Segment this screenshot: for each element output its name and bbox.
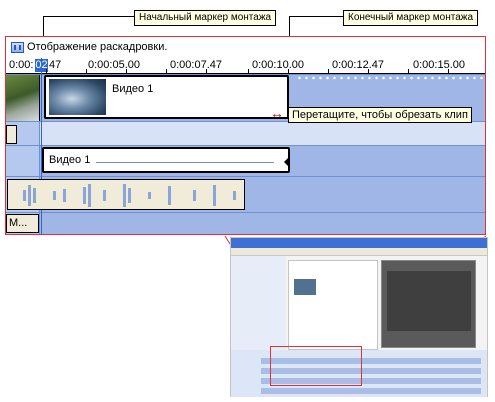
overlay-clip-label: Видео 1 [49, 154, 91, 166]
ruler-tick [368, 69, 369, 73]
mini-timeline-row [261, 388, 481, 394]
mini-preview-monitor [381, 260, 476, 348]
overlay-trim-handle[interactable] [284, 156, 290, 168]
overlay-track-header [6, 146, 40, 176]
ruler-label-6: 0:00:12.47 [332, 59, 384, 71]
waveform-bar [103, 190, 106, 201]
film-perforation [296, 76, 485, 80]
ruler-label-2: 47 [49, 59, 62, 71]
ruler-label-4: 0:00:07.47 [170, 59, 222, 71]
ruler-tick [248, 69, 249, 73]
waveform-bar [123, 184, 126, 207]
storyboard-icon [11, 41, 24, 53]
overlay-clip-line [96, 162, 274, 163]
transition-track[interactable] [6, 121, 485, 145]
waveform-bar [233, 191, 236, 200]
ruler-label-5: 0:00:10.00 [252, 59, 304, 71]
mini-task-pane [231, 256, 286, 351]
ruler-tick [126, 69, 127, 73]
ruler-tick [86, 69, 87, 73]
mini-clip-thumbnail [294, 279, 316, 295]
waveform-bar [83, 187, 86, 204]
overlay-video-clip[interactable]: Видео 1 [42, 147, 290, 173]
previous-clip-thumbnail[interactable] [6, 75, 40, 121]
waveform-bar [88, 184, 91, 207]
ruler-label-7: 0:00:15.00 [413, 59, 465, 71]
ruler-tick [448, 69, 449, 73]
ruler-label-3: 0:00:05.00 [88, 59, 140, 71]
ruler-tick [166, 69, 167, 73]
mini-menu-bar [231, 248, 487, 256]
window-overview-thumbnail [230, 237, 488, 397]
start-marker-callout: Начальный маркер монтажа [134, 10, 277, 26]
video-clip[interactable]: Видео 1 [44, 75, 289, 119]
mini-zoom-highlight [270, 346, 362, 386]
trim-arrow-icon[interactable]: ↔ [270, 106, 284, 120]
waveform-bar [213, 185, 216, 206]
waveform-bar [23, 190, 26, 201]
waveform-bar [28, 185, 31, 206]
mini-preview-screen [387, 271, 471, 331]
storyboard-toggle[interactable]: Отображение раскадровки. [6, 37, 485, 57]
ruler-tick [328, 69, 329, 73]
ruler-tick [408, 69, 409, 73]
waveform-bar [148, 192, 151, 199]
video-clip-thumbnail [49, 79, 106, 115]
title-track[interactable] [6, 212, 485, 234]
end-marker-callout: Конечный маркер монтажа [343, 10, 479, 26]
waveform-bar [33, 188, 36, 203]
waveform-bar [53, 191, 56, 200]
trim-tooltip: Перетащите, чтобы обрезать клип [288, 107, 472, 123]
mini-title-bar [231, 238, 487, 248]
waveform-bar [193, 190, 196, 201]
transition-clip[interactable] [6, 125, 17, 144]
ruler-tick [206, 69, 207, 73]
ruler-tick [288, 69, 289, 73]
audio-clip[interactable] [7, 179, 245, 210]
title-clip[interactable]: М... [6, 214, 39, 233]
video-clip-label: Видео 1 [112, 83, 154, 95]
waveform-bar [168, 186, 171, 205]
ruler-label-0: 0:00: [9, 59, 34, 71]
storyboard-label: Отображение раскадровки. [27, 41, 168, 53]
waveform-bar [128, 188, 131, 203]
waveform-bar [63, 189, 66, 202]
start-marker-leader [43, 16, 134, 17]
time-ruler[interactable]: 0:00: 02 47 0:00:05.00 0:00:07.47 0:00:1… [6, 57, 485, 74]
ruler-tick [46, 69, 47, 73]
end-marker-leader [289, 16, 343, 17]
mini-collection-pane [288, 260, 378, 350]
